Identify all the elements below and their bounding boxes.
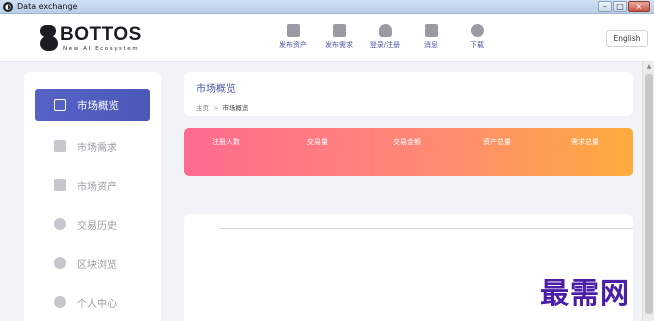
publish-asset-icon — [286, 24, 300, 37]
store-icon — [54, 179, 66, 191]
minimize-button[interactable]: – — [598, 1, 612, 12]
sidebar-item-market-assets[interactable]: 市场资产 — [35, 169, 150, 201]
top-nav: 发布资产 发布需求 登录/注册 消息 下载 — [270, 24, 500, 50]
sidebar-item-personal-center[interactable]: 个人中心 — [35, 286, 150, 318]
app-header: BOTTOS New AI Ecosystem 发布资产 发布需求 登录/注册 … — [0, 14, 654, 62]
nav-label: 登录/注册 — [369, 41, 401, 49]
sidebar-item-trade-history[interactable]: 交易历史 — [35, 208, 150, 240]
nav-login-register[interactable]: 登录/注册 — [362, 24, 408, 50]
nav-label: 消息 — [424, 41, 438, 49]
sidebar-item-label: 市场需求 — [77, 142, 117, 154]
clock-icon — [54, 218, 66, 230]
sidebar-item-label: 区块浏览 — [77, 259, 117, 271]
page-header-card: 市场概览 主页 > 市场概览 — [184, 72, 633, 116]
divider — [220, 228, 633, 229]
nav-publish-asset[interactable]: 发布资产 — [270, 24, 316, 50]
language-button[interactable]: English — [606, 30, 648, 47]
stat-trade-amount: 交易金额 — [393, 138, 421, 146]
document-icon — [54, 140, 66, 152]
stat-registered-users: 注册人数 — [212, 138, 240, 146]
breadcrumb-home[interactable]: 主页 — [196, 104, 209, 112]
sidebar-item-label: 市场资产 — [77, 181, 117, 193]
sidebar-item-label: 交易历史 — [77, 220, 117, 232]
bottos-logo[interactable]: BOTTOS New AI Ecosystem — [40, 23, 150, 55]
globe-icon — [54, 257, 66, 269]
scrollbar-thumb[interactable] — [645, 74, 653, 314]
breadcrumb: 主页 > 市场概览 — [196, 102, 248, 112]
page-title: 市场概览 — [196, 84, 236, 95]
sidebar-item-label: 市场概览 — [77, 99, 119, 112]
nav-label: 发布需求 — [325, 41, 353, 49]
maximize-button[interactable]: □ — [613, 1, 627, 12]
scroll-up-icon[interactable]: ▲ — [645, 63, 653, 71]
vertical-scrollbar[interactable]: ▲ — [642, 62, 654, 321]
circle-logo-icon: ◐ — [3, 2, 13, 12]
nav-publish-demand[interactable]: 发布需求 — [316, 24, 362, 50]
stats-banner: 注册人数 交易量 交易金额 资产总量 需求总量 — [184, 128, 633, 176]
sidebar-item-block-browser[interactable]: 区块浏览 — [35, 247, 150, 279]
watermark: 最需网 — [540, 276, 631, 310]
breadcrumb-separator: > — [213, 104, 219, 112]
stat-total-assets: 资产总量 — [483, 138, 511, 146]
download-icon — [470, 24, 484, 37]
message-icon — [424, 24, 438, 37]
nav-label: 发布资产 — [279, 41, 307, 49]
window-title-bar: ◐ Data exchange – □ × — [0, 0, 654, 14]
breadcrumb-current: 市场概览 — [222, 104, 249, 112]
sidebar-item-label: 个人中心 — [77, 298, 117, 310]
nav-messages[interactable]: 消息 — [408, 24, 454, 50]
user-icon — [378, 24, 392, 37]
nav-label: 下载 — [470, 41, 484, 49]
publish-demand-icon — [332, 24, 346, 37]
sidebar-item-market-overview[interactable]: 市场概览 — [35, 89, 150, 121]
brand-name: BOTTOS — [60, 24, 142, 45]
bottos-logo-icon — [40, 25, 58, 51]
chart-icon — [54, 99, 66, 111]
brand-tagline: New AI Ecosystem — [63, 46, 140, 52]
window-title: Data exchange — [17, 2, 78, 11]
person-icon — [54, 296, 66, 308]
sidebar: 市场概览 市场需求 市场资产 交易历史 区块浏览 个人中心 — [24, 72, 161, 321]
stat-trade-volume: 交易量 — [307, 138, 328, 146]
close-button[interactable]: × — [628, 1, 650, 12]
nav-download[interactable]: 下载 — [454, 24, 500, 50]
sidebar-item-market-demand[interactable]: 市场需求 — [35, 130, 150, 162]
stat-total-demands: 需求总量 — [571, 138, 599, 146]
